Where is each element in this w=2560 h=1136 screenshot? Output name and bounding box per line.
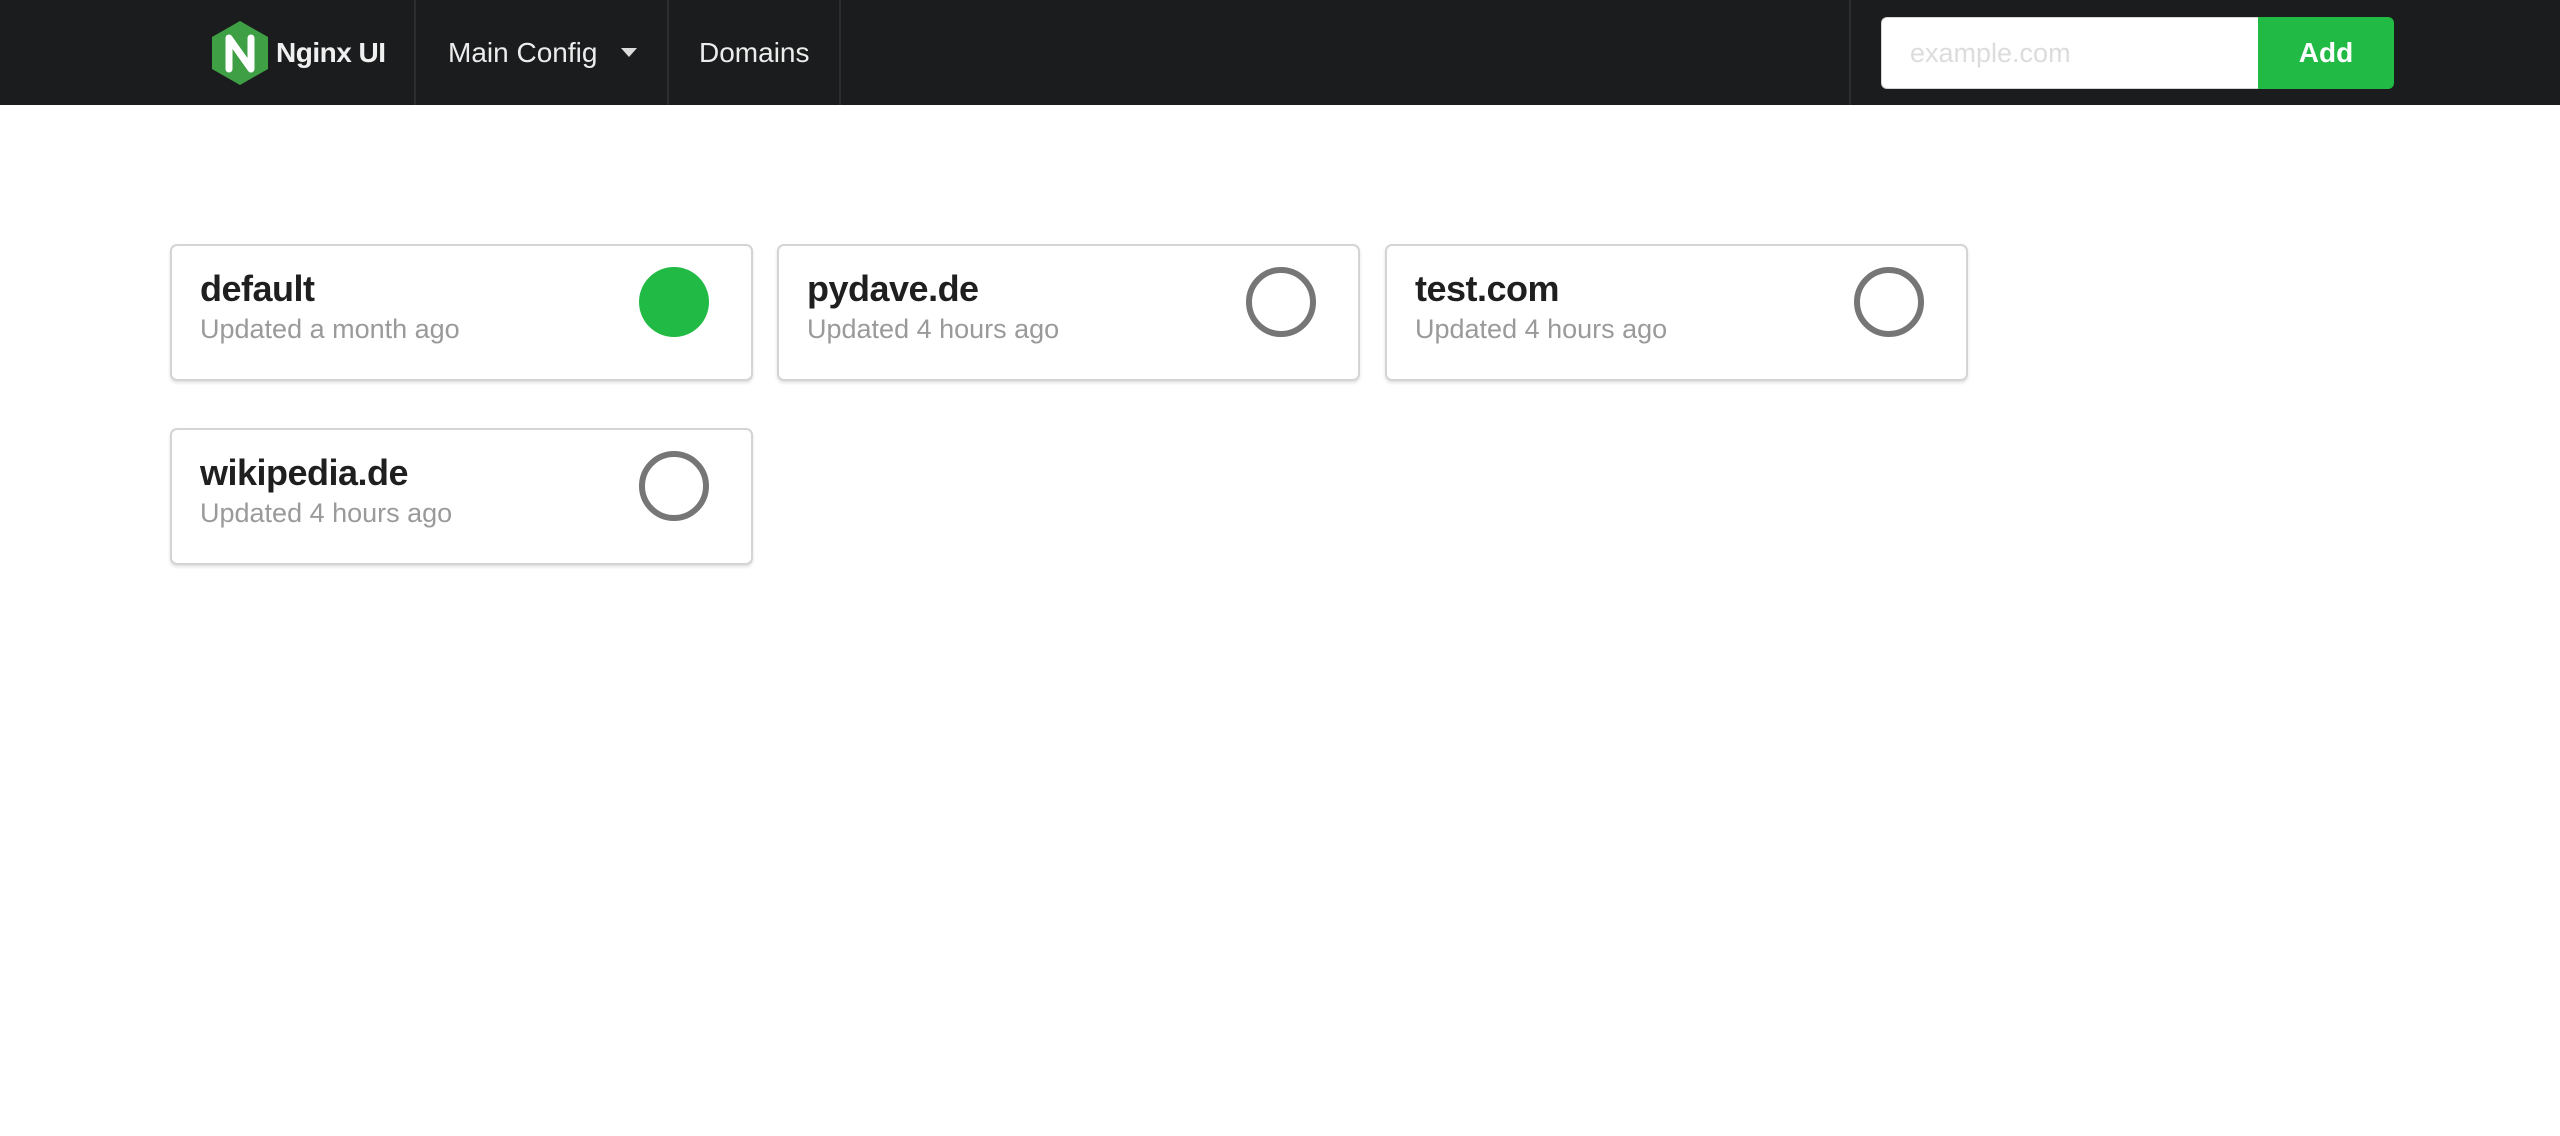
domain-input[interactable] <box>1881 17 2258 89</box>
nav-main-config-dropdown[interactable]: Main Config <box>416 0 667 105</box>
domain-name: test.com <box>1415 268 1560 309</box>
domain-updated-time: Updated a month ago <box>200 314 460 344</box>
domain-card[interactable]: pydave.de Updated 4 hours ago <box>777 244 1360 381</box>
domain-updated-time: Updated 4 hours ago <box>807 314 1060 344</box>
domain-name: wikipedia.de <box>200 452 409 493</box>
nginx-logo-icon <box>212 20 268 85</box>
nav-divider <box>1849 0 1851 105</box>
top-navbar: Nginx UI Main Config Domains Add <box>0 0 2560 105</box>
domain-card[interactable]: default Updated a month ago <box>170 244 753 381</box>
status-enabled-icon <box>639 267 709 337</box>
domain-name: default <box>200 268 315 309</box>
nav-domains-label: Domains <box>699 36 810 68</box>
status-disabled-icon <box>1854 267 1924 337</box>
nav-domains-link[interactable]: Domains <box>669 0 839 105</box>
domain-updated-time: Updated 4 hours ago <box>200 498 453 528</box>
domain-card[interactable]: test.com Updated 4 hours ago <box>1385 244 1968 381</box>
domain-updated-time: Updated 4 hours ago <box>1415 314 1668 344</box>
dropdown-caret-icon <box>621 48 638 57</box>
domain-card[interactable]: wikipedia.de Updated 4 hours ago <box>170 428 753 565</box>
domain-name: pydave.de <box>807 268 979 309</box>
add-domain-button[interactable]: Add <box>2258 17 2394 89</box>
add-domain-form: Add <box>1881 17 2394 89</box>
nav-divider <box>839 0 841 105</box>
brand-link[interactable]: Nginx UI <box>196 0 414 105</box>
brand-name: Nginx UI <box>276 36 386 68</box>
status-disabled-icon <box>1246 267 1316 337</box>
nav-main-config-label: Main Config <box>448 36 598 68</box>
status-disabled-icon <box>639 451 709 521</box>
